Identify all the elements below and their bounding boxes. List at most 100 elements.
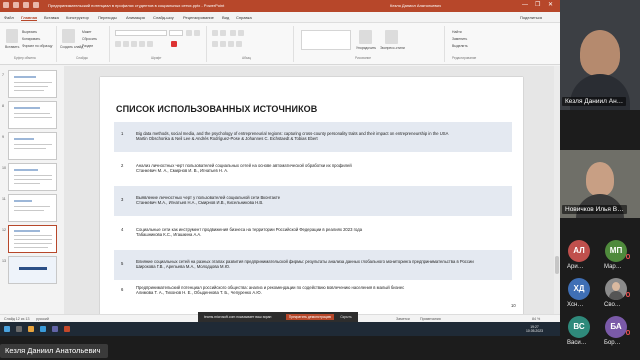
close-button[interactable]: ✕ [548,2,553,9]
language-indicator[interactable]: русский [36,317,49,321]
undo-icon[interactable] [23,2,29,8]
search-icon[interactable] [16,326,22,332]
minimize-button[interactable]: — [522,2,528,9]
browser-icon[interactable] [40,326,46,332]
font-size-select[interactable] [169,30,183,36]
slide-title[interactable]: СПИСОК ИСПОЛЬЗОВАННЫХ ИСТОЧНИКОВ [116,104,317,114]
explorer-icon[interactable] [28,326,34,332]
paste-label[interactable]: Вставить [5,45,19,49]
tab-review[interactable]: Рецензирование [183,15,214,20]
shadow-icon[interactable] [147,41,153,47]
reference-number: 3 [121,197,124,202]
thumbnail-number: 8 [2,104,4,108]
numbering-icon[interactable] [220,30,226,36]
align-center-icon[interactable] [220,41,226,47]
decrease-indent-icon[interactable] [230,30,236,36]
paragraph-group-label: Абзац [242,56,251,60]
clock[interactable]: 19:27 10.05.2023 [526,325,543,333]
arrange-button[interactable]: Упорядочить [356,46,376,50]
reference-item[interactable]: 4 Социальные сети как инструмент продвиж… [114,218,512,248]
quick-styles-button[interactable]: Экспресс-стили [380,46,405,50]
grow-font-icon[interactable] [186,30,192,36]
tab-animations[interactable]: Анимация [126,15,145,20]
copy-button[interactable]: Копировать [22,37,40,41]
select-button[interactable]: Выделить [452,44,468,48]
new-slide-button[interactable]: Создать слайд [60,45,83,49]
reference-item[interactable]: 1 Big data methods, social media, and th… [114,122,512,152]
strikethrough-icon[interactable] [139,41,145,47]
reference-item[interactable]: 3 Выявление личностных черт у пользовате… [114,186,512,216]
slide-thumbnail[interactable] [8,194,57,222]
window-title: Предпринимательский потенциал в профилях… [48,3,225,8]
tab-help[interactable]: Справка [236,15,252,20]
sharing-text: teams.microsoft.com показывает ваш экран [204,315,272,319]
current-slide[interactable]: СПИСОК ИСПОЛЬЗОВАННЫХ ИСТОЧНИКОВ 1 Big d… [100,77,523,315]
find-button[interactable]: Найти [452,30,462,34]
scrollbar-thumb[interactable] [555,256,559,274]
comments-button[interactable]: Примечания [420,317,441,321]
participant-avatar[interactable]: ХД [568,278,590,300]
stop-sharing-button[interactable]: Прекратить демонстрацию [286,314,334,320]
align-left-icon[interactable] [212,41,218,47]
justify-icon[interactable] [236,41,242,47]
maximize-button[interactable]: ❐ [535,2,540,9]
tab-design[interactable]: Конструктор [66,15,89,20]
share-button[interactable]: Поделиться [520,15,542,20]
underline-icon[interactable] [131,41,137,47]
zoom-level[interactable]: 84 % [532,317,540,321]
hide-banner-button[interactable]: Скрыть [338,314,354,320]
quick-styles-icon[interactable] [385,30,398,44]
arrange-icon[interactable] [359,30,372,44]
teams-icon[interactable] [52,326,58,332]
participant-video[interactable]: Новичков Илья В… [560,150,640,218]
redo-icon[interactable] [33,2,39,8]
reference-item[interactable]: 2 Анализ личностных черт пользователей с… [114,154,512,184]
format-painter-button[interactable]: Формат по образцу [22,44,52,48]
participant-avatar[interactable]: ВС [568,316,590,338]
tab-insert[interactable]: Вставка [44,15,59,20]
reference-item[interactable]: 5 Влияние социальных сетей на разных эта… [114,250,512,280]
section-button[interactable]: Раздел [82,44,93,48]
increase-indent-icon[interactable] [238,30,244,36]
tab-slideshow[interactable]: Слайд-шоу [153,15,174,20]
participant-avatar[interactable]: БА [605,316,627,338]
align-right-icon[interactable] [228,41,234,47]
tab-view[interactable]: Вид [222,15,229,20]
font-family-select[interactable] [115,30,167,36]
participant-avatar[interactable]: АЛ [568,240,590,262]
participant-photo-avatar[interactable] [605,278,627,300]
slide-thumbnail-selected[interactable] [8,225,57,253]
reset-button[interactable]: Сбросить [82,37,97,41]
replace-button[interactable]: Заменить [452,37,467,41]
powerpoint-icon[interactable] [64,326,70,332]
bullets-icon[interactable] [212,30,218,36]
new-slide-icon[interactable] [62,29,75,43]
start-icon[interactable] [4,326,10,332]
layout-button[interactable]: Макет [82,30,92,34]
shrink-font-icon[interactable] [194,30,200,36]
paste-icon[interactable] [6,29,18,43]
slide-thumbnail[interactable] [8,163,57,191]
participant-avatar[interactable]: МП [605,240,627,262]
participant-face [580,30,620,76]
slide-thumbnail[interactable] [8,132,57,160]
tab-transitions[interactable]: Переходы [98,15,117,20]
tab-file[interactable]: Файл [4,15,14,20]
shapes-gallery[interactable] [301,30,351,50]
slide-thumbnail[interactable] [8,256,57,284]
reference-item[interactable]: 6 Предпринимательский потенциал российск… [114,282,512,312]
cut-button[interactable]: Вырезать [22,30,37,34]
slide-thumbnail[interactable] [8,101,57,129]
italic-icon[interactable] [123,41,129,47]
tab-home[interactable]: Главная [21,15,38,21]
autosave-icon[interactable] [3,2,9,8]
bold-icon[interactable] [115,41,121,47]
save-icon[interactable] [13,2,19,8]
slide-thumbnail[interactable] [8,70,57,98]
account-name[interactable]: Кезля Даниил Анатольевич [390,3,441,8]
participant-video[interactable]: Кезля Даниил Ан… [560,0,640,110]
participant-avatar-name: Хсн… [567,302,584,308]
notes-button[interactable]: Заметки [396,317,410,321]
thumbnail-number: 11 [2,197,6,201]
font-color-icon[interactable] [171,41,177,47]
